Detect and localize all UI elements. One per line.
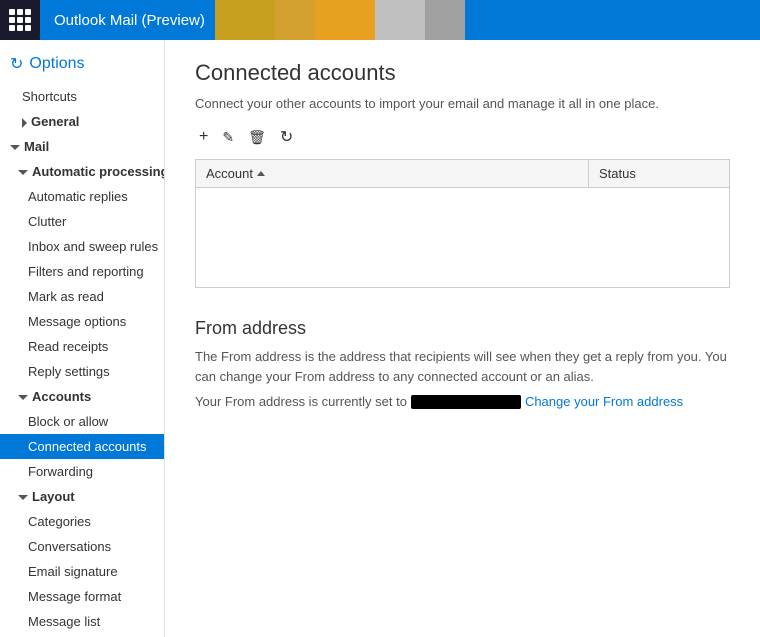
main-layout: ↻ Options Shortcuts General Mail Automat… — [0, 40, 760, 637]
sidebar-item-read-receipts[interactable]: Read receipts — [0, 334, 164, 359]
table-col-status-header: Status — [589, 160, 729, 187]
change-from-address-link[interactable]: Change your From address — [525, 394, 683, 409]
chevron-down-icon — [18, 170, 28, 175]
color-segment-2 — [275, 0, 315, 40]
col-status-label: Status — [599, 166, 636, 181]
from-address-prefix: Your From address is currently set to — [195, 394, 407, 409]
page-description: Connect your other accounts to import yo… — [195, 96, 730, 111]
color-segment-5 — [425, 0, 465, 40]
options-label: Options — [29, 55, 84, 73]
sidebar-item-reply-settings[interactable]: Reply settings — [0, 359, 164, 384]
sidebar-item-forwarding[interactable]: Forwarding — [0, 459, 164, 484]
sidebar: ↻ Options Shortcuts General Mail Automat… — [0, 40, 165, 637]
sidebar-item-automatic-replies[interactable]: Automatic replies — [0, 184, 164, 209]
sidebar-item-message-options[interactable]: Message options — [0, 309, 164, 334]
from-address-description: The From address is the address that rec… — [195, 347, 730, 386]
page-title: Connected accounts — [195, 60, 730, 86]
chevron-down-icon — [18, 495, 28, 500]
table-body — [195, 188, 730, 288]
sidebar-item-filters-reporting[interactable]: Filters and reporting — [0, 259, 164, 284]
app-grid-icon[interactable] — [0, 0, 40, 40]
edit-button[interactable]: ✎ — [218, 127, 238, 148]
redacted-email — [411, 395, 521, 409]
sidebar-item-automatic-processing[interactable]: Automatic processing — [0, 159, 164, 184]
grid-dots — [9, 9, 31, 31]
top-bar: Outlook Mail (Preview) — [0, 0, 760, 40]
options-header: ↻ Options — [0, 50, 164, 84]
from-address-line: Your From address is currently set to Ch… — [195, 394, 730, 409]
sidebar-item-layout[interactable]: Layout — [0, 484, 164, 509]
chevron-down-icon — [10, 145, 20, 150]
sidebar-item-mail[interactable]: Mail — [0, 134, 164, 159]
table-col-account-header[interactable]: Account — [196, 160, 589, 187]
add-button[interactable]: + — [195, 126, 212, 148]
sort-icon — [257, 171, 265, 176]
sidebar-item-message-format[interactable]: Message format — [0, 584, 164, 609]
color-segment-4 — [375, 0, 425, 40]
sidebar-item-mark-as-read[interactable]: Mark as read — [0, 284, 164, 309]
sidebar-item-conversations[interactable]: Conversations — [0, 534, 164, 559]
sidebar-item-connected-accounts[interactable]: Connected accounts — [0, 434, 164, 459]
chevron-right-icon — [22, 118, 27, 128]
from-address-title: From address — [195, 318, 730, 339]
content-area: Connected accounts Connect your other ac… — [165, 40, 760, 637]
chevron-down-icon — [18, 395, 28, 400]
sidebar-item-block-or-allow[interactable]: Block or allow — [0, 409, 164, 434]
app-title: Outlook Mail (Preview) — [40, 12, 205, 29]
delete-button[interactable]: 🗑 — [244, 127, 270, 148]
sidebar-item-categories[interactable]: Categories — [0, 509, 164, 534]
color-segment-3 — [315, 0, 375, 40]
from-address-section: From address The From address is the add… — [195, 318, 730, 409]
col-account-label: Account — [206, 166, 253, 181]
sidebar-item-clutter[interactable]: Clutter — [0, 209, 164, 234]
refresh-button[interactable]: ↻ — [276, 125, 297, 149]
sidebar-item-shortcuts[interactable]: Shortcuts — [0, 84, 164, 109]
sidebar-item-accounts[interactable]: Accounts — [0, 384, 164, 409]
color-segment-1 — [215, 0, 275, 40]
sidebar-item-message-list[interactable]: Message list — [0, 609, 164, 634]
sidebar-item-email-signature[interactable]: Email signature — [0, 559, 164, 584]
back-icon[interactable]: ↻ — [10, 54, 23, 74]
toolbar: + ✎ 🗑 ↻ — [195, 125, 730, 149]
sidebar-item-inbox-sweep[interactable]: Inbox and sweep rules — [0, 234, 164, 259]
sidebar-item-general[interactable]: General — [0, 109, 164, 134]
top-bar-color-segments — [215, 0, 760, 40]
table-header: Account Status — [195, 159, 730, 188]
